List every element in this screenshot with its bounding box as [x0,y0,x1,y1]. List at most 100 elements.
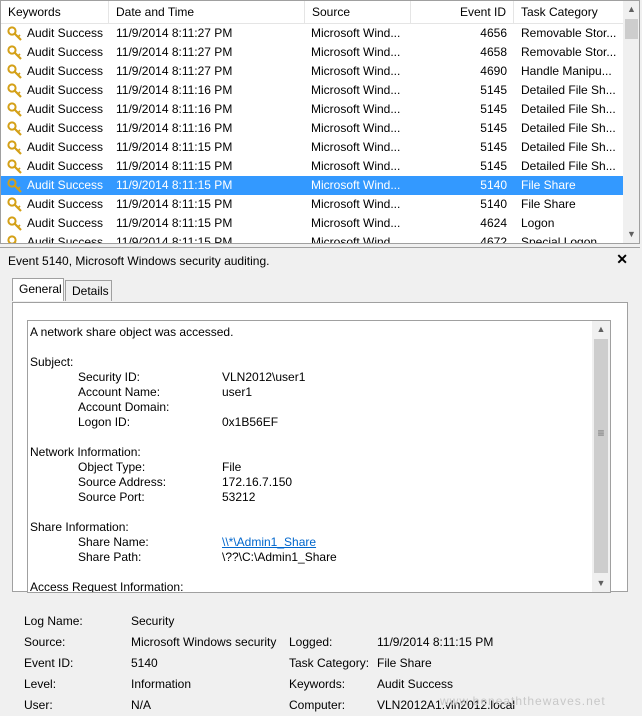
user-label: User: [24,698,53,712]
account-name-label: Account Name: [78,385,161,399]
keywords-value: Audit Success [377,677,454,691]
task-category-label: Task Category: [289,656,370,670]
share-information-header: Share Information: [30,520,129,534]
date-time-cell: 11/9/2014 8:11:15 PM [116,235,233,244]
event-id-cell: 5145 [480,102,507,116]
column-header-task-category[interactable]: Task Category [514,1,623,23]
subject-header: Subject: [30,355,74,369]
table-row[interactable]: Audit Success 11/9/2014 8:11:15 PM Microso… [1,157,623,176]
event-id-cell: 4656 [480,26,507,40]
logged-label: Logged: [289,635,333,649]
keywords-cell: Audit Success [27,159,104,173]
table-row[interactable]: Audit Success 11/9/2014 8:11:16 PM Microso… [1,119,623,138]
scroll-thumb[interactable] [594,339,608,573]
column-header-source[interactable]: Source [305,1,411,23]
general-tab-panel: A network share object was accessed. Sub… [12,302,628,593]
close-icon[interactable]: ✕ [616,251,628,268]
keywords-cell: Audit Success [27,45,104,59]
column-header-keywords[interactable]: Keywords [1,1,109,23]
task-category-cell: Detailed File Sh... [521,121,616,135]
log-name-label: Log Name: [24,614,83,628]
table-row[interactable]: Audit Success 11/9/2014 8:11:15 PM Microso… [1,195,623,214]
event-description-box[interactable]: A network share object was accessed. Sub… [27,320,611,593]
source-cell: Microsoft Wind... [311,45,401,59]
table-row-selected[interactable]: Audit Success 11/9/2014 8:11:15 PM Microso… [1,176,623,195]
task-category-cell: Logon [521,216,555,230]
logged-value: 11/9/2014 8:11:15 PM [377,635,494,649]
table-row[interactable]: Audit Success 11/9/2014 8:11:16 PM Microso… [1,100,623,119]
network-information-header: Network Information: [30,445,141,459]
source-cell: Microsoft Wind... [311,102,401,116]
event-id-cell: 5145 [480,140,507,154]
table-row[interactable]: Audit Success 11/9/2014 8:11:27 PM Microso… [1,62,623,81]
task-category-cell: Handle Manipu... [521,64,612,78]
watermark: www.beneaththewaves.net [440,694,606,708]
scroll-down-icon[interactable]: ▼ [623,226,639,243]
description-scrollbar[interactable]: ▲ ≡ ▼ [592,321,610,592]
task-category-cell: Detailed File Sh... [521,83,616,97]
event-id-label: Event ID: [24,656,74,670]
tab-details[interactable]: Details [65,280,112,301]
keywords-cell: Audit Success [27,102,104,116]
event-id-cell: 5145 [480,83,507,97]
task-category-cell: Removable Stor... [521,26,617,40]
scroll-up-icon[interactable]: ▲ [623,1,639,18]
keywords-cell: Audit Success [27,178,104,192]
table-row[interactable]: Audit Success 11/9/2014 8:11:15 PM Microso… [1,138,623,157]
logon-id-label: Logon ID: [78,415,131,429]
event-list-header: Keywords Date and Time Source Event ID T… [1,1,623,24]
scroll-thumb[interactable] [625,19,638,39]
event-id-cell: 5145 [480,159,507,173]
event-detail-pane: Event 5140, Microsoft Windows security a… [0,247,640,716]
date-time-cell: 11/9/2014 8:11:16 PM [116,83,233,97]
date-time-cell: 11/9/2014 8:11:15 PM [116,197,233,211]
keywords-cell: Audit Success [27,26,104,40]
keywords-cell: Audit Success [27,216,104,230]
date-time-cell: 11/9/2014 8:11:27 PM [116,64,233,78]
account-name-value: user1 [222,385,253,399]
scroll-down-icon[interactable]: ▼ [592,575,610,592]
date-time-cell: 11/9/2014 8:11:27 PM [116,26,233,40]
date-time-cell: 11/9/2014 8:11:15 PM [116,216,233,230]
object-type-label: Object Type: [78,460,146,474]
keywords-cell: Audit Success [27,83,104,97]
share-name-link[interactable]: \\*\Admin1_Share [222,535,316,550]
task-category-cell: Detailed File Sh... [521,102,616,116]
date-time-cell: 11/9/2014 8:11:15 PM [116,140,233,154]
event-list-scrollbar[interactable]: ▲ ▼ [623,1,639,243]
keywords-cell: Audit Success [27,121,104,135]
source-port-value: 53212 [222,490,256,504]
security-id-value: VLN2012\user1 [222,370,306,384]
date-time-cell: 11/9/2014 8:11:16 PM [116,102,233,116]
level-label: Level: [24,677,57,691]
source-cell: Microsoft Wind... [311,178,401,192]
table-row[interactable]: Audit Success 11/9/2014 8:11:15 PM Microso… [1,214,623,233]
scroll-up-icon[interactable]: ▲ [592,321,610,338]
task-category-cell: Detailed File Sh... [521,159,616,173]
column-header-event-id[interactable]: Event ID [411,1,514,23]
security-id-label: Security ID: [78,370,141,384]
table-row[interactable]: Audit Success 11/9/2014 8:11:27 PM Microso… [1,24,623,43]
source-cell: Microsoft Wind... [311,235,401,244]
share-path-value: \??\C:\Admin1_Share [222,550,337,564]
event-id-cell: 4624 [480,216,507,230]
logon-id-value: 0x1B56EF [222,415,279,429]
task-category-cell: Removable Stor... [521,45,617,59]
source-value: Microsoft Windows security [131,635,277,649]
keywords-label: Keywords: [289,677,346,691]
share-name-label: Share Name: [78,535,149,549]
keywords-cell: Audit Success [27,235,104,244]
date-time-cell: 11/9/2014 8:11:15 PM [116,159,233,173]
event-id-cell: 4690 [480,64,507,78]
table-row[interactable]: Audit Success 11/9/2014 8:11:16 PM Microso… [1,81,623,100]
column-header-date-time[interactable]: Date and Time [109,1,305,23]
table-row[interactable]: Audit Success 11/9/2014 8:11:15 PM Microso… [1,233,623,244]
table-row[interactable]: Audit Success 11/9/2014 8:11:27 PM Microso… [1,43,623,62]
share-path-label: Share Path: [78,550,142,564]
date-time-cell: 11/9/2014 8:11:27 PM [116,45,233,59]
source-port-label: Source Port: [78,490,145,504]
keywords-cell: Audit Success [27,140,104,154]
event-list[interactable]: Keywords Date and Time Source Event ID T… [0,0,640,244]
log-name-value: Security [131,614,175,628]
tab-general[interactable]: General [12,278,64,301]
